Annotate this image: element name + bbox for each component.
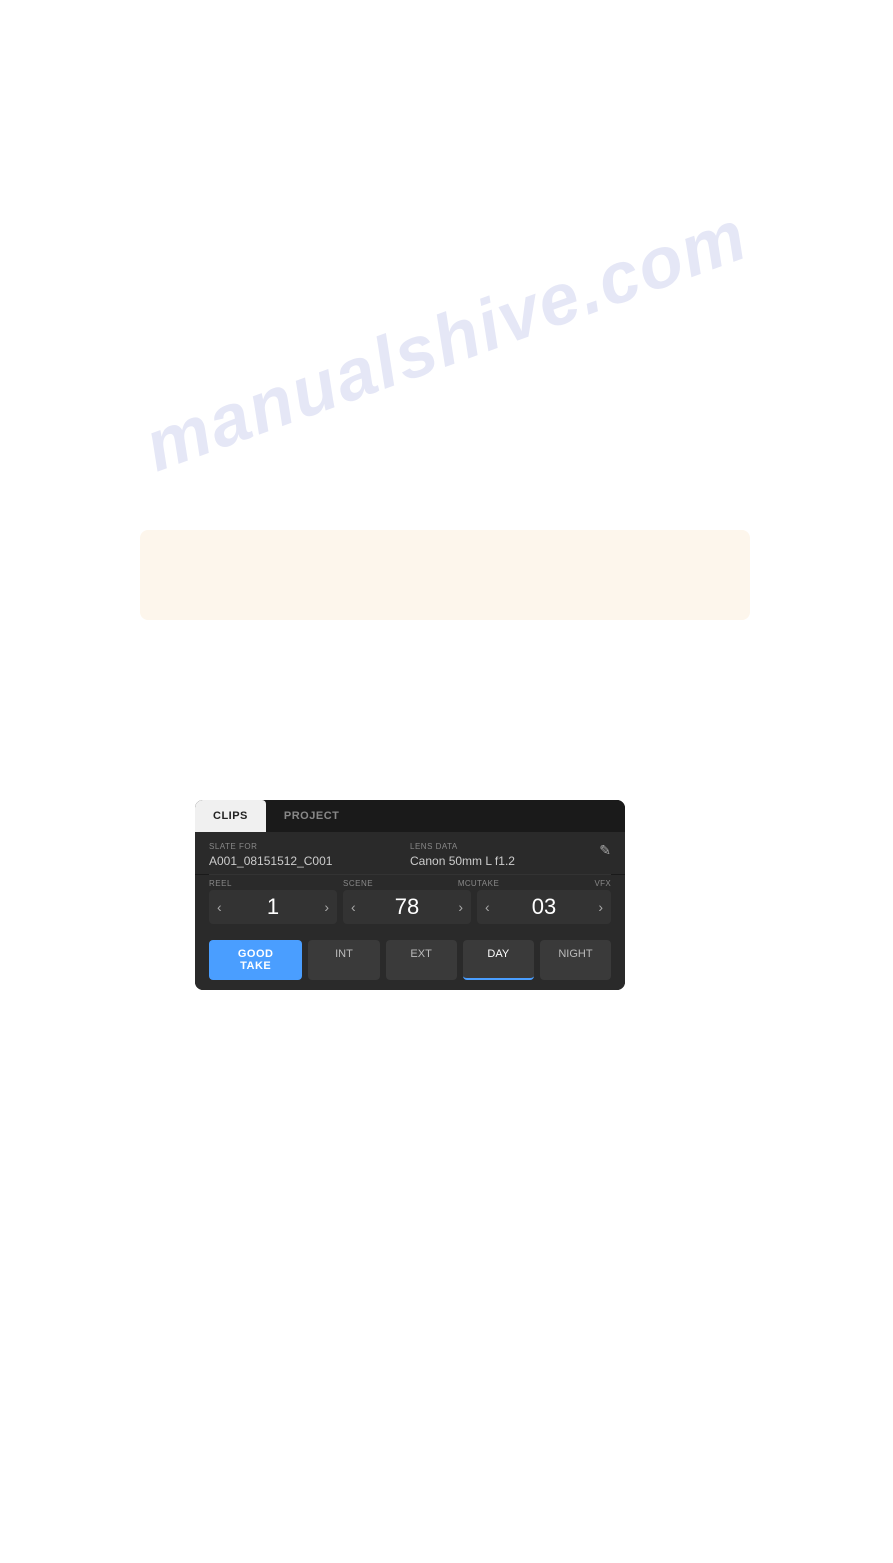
- lens-section: LENS DATA Canon 50mm L f1.2 ✎: [410, 842, 611, 868]
- scene-label: SCENE: [343, 879, 373, 888]
- take-increment-button[interactable]: ›: [590, 897, 611, 917]
- slate-label: SLATE FOR: [209, 842, 410, 851]
- night-button[interactable]: NIGHT: [540, 940, 611, 980]
- slate-value: A001_08151512_C001: [209, 854, 410, 868]
- controls-row: REEL ‹ 1 › SCENE MCU ‹ 78 › TAKE VFX: [195, 875, 625, 932]
- day-button[interactable]: DAY: [463, 940, 534, 980]
- reel-decrement-button[interactable]: ‹: [209, 897, 230, 917]
- take-stepper: ‹ 03 ›: [477, 890, 611, 924]
- int-button[interactable]: INT: [308, 940, 379, 980]
- reel-label: REEL: [209, 879, 343, 888]
- ext-button[interactable]: EXT: [386, 940, 457, 980]
- take-decrement-button[interactable]: ‹: [477, 897, 498, 917]
- take-label-row: TAKE VFX: [477, 879, 611, 890]
- slate-block: SLATE FOR A001_08151512_C001: [209, 842, 410, 868]
- scene-badge: MCU: [458, 879, 477, 890]
- scene-stepper: ‹ 78 ›: [343, 890, 471, 924]
- scene-value: 78: [364, 894, 451, 920]
- scene-decrement-button[interactable]: ‹: [343, 897, 364, 917]
- reel-value: 1: [230, 894, 317, 920]
- take-label: TAKE: [477, 879, 499, 888]
- lens-value: Canon 50mm L f1.2: [410, 854, 515, 868]
- tab-clips[interactable]: CLIPS: [195, 800, 266, 832]
- reel-stepper: ‹ 1 ›: [209, 890, 337, 924]
- scene-group: SCENE MCU ‹ 78 ›: [343, 879, 477, 924]
- watermark-text: manualshive.com: [134, 194, 758, 488]
- cream-banner: [140, 530, 750, 620]
- reel-increment-button[interactable]: ›: [316, 897, 337, 917]
- scene-increment-button[interactable]: ›: [450, 897, 471, 917]
- tabs-bar: CLIPS PROJECT: [195, 800, 625, 832]
- ui-panel: CLIPS PROJECT SLATE FOR A001_08151512_C0…: [195, 800, 625, 990]
- bottom-row: GOOD TAKE INT EXT DAY NIGHT: [195, 932, 625, 990]
- edit-icon[interactable]: ✎: [599, 842, 611, 859]
- lens-block: LENS DATA Canon 50mm L f1.2: [410, 842, 515, 868]
- tab-project[interactable]: PROJECT: [266, 800, 357, 832]
- scene-label-row: SCENE MCU: [343, 879, 477, 890]
- take-value: 03: [498, 894, 591, 920]
- take-group: TAKE VFX ‹ 03 ›: [477, 879, 611, 924]
- lens-label: LENS DATA: [410, 842, 515, 851]
- top-info-section: SLATE FOR A001_08151512_C001 LENS DATA C…: [195, 832, 625, 874]
- reel-group: REEL ‹ 1 ›: [209, 879, 343, 924]
- take-badge: VFX: [595, 879, 611, 890]
- good-take-button[interactable]: GOOD TAKE: [209, 940, 302, 980]
